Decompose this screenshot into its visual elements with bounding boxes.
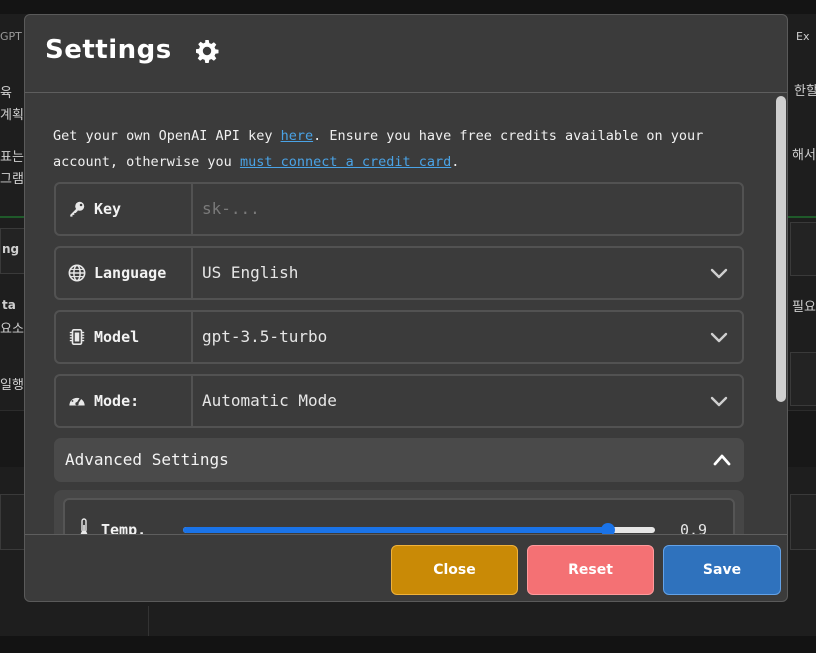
temperature-label: Temp. [101, 521, 147, 534]
bg-text: 한할 [794, 84, 816, 99]
mode-label: Mode: [94, 392, 140, 410]
bg-text: 일행 [0, 378, 24, 393]
key-field-label: Key [56, 184, 193, 234]
background-panel [790, 494, 816, 550]
key-label: Key [94, 200, 122, 218]
bg-text: 그램 [0, 172, 24, 187]
model-select[interactable]: Model gpt-3.5-turbo [54, 310, 744, 364]
bg-text: Ex [796, 30, 810, 43]
modal-scrollbar[interactable] [773, 93, 787, 534]
key-field[interactable]: Key sk-... [54, 182, 744, 236]
slider-thumb[interactable] [601, 523, 615, 534]
modal-body: Get your own OpenAI API key here. Ensure… [25, 93, 787, 534]
chevron-up-icon [713, 454, 731, 466]
chevron-down-icon [710, 268, 728, 279]
gear-icon [196, 40, 219, 63]
model-label: Model [94, 328, 140, 346]
api-key-input[interactable]: sk-... [202, 199, 260, 218]
slider-fill [183, 527, 608, 533]
language-select[interactable]: Language US English [54, 246, 744, 300]
bg-text: ta [2, 298, 16, 312]
globe-icon [68, 264, 86, 282]
intro-text-part: . [451, 154, 460, 170]
background-footer [0, 636, 816, 653]
mode-value: Automatic Mode [202, 391, 337, 410]
background-topbar [0, 0, 816, 14]
scrollbar-thumb[interactable] [776, 96, 786, 402]
settings-modal: Settings Get your own OpenAI API key her… [24, 14, 788, 602]
chevron-down-icon [710, 396, 728, 407]
background-panel [790, 222, 816, 276]
background-divider [148, 606, 149, 636]
chip-icon [69, 328, 85, 346]
modal-title: Settings [45, 35, 172, 65]
background-panel [790, 352, 816, 406]
bg-text: 필요 [792, 300, 816, 315]
credit-card-link[interactable]: must connect a credit card [240, 154, 451, 170]
reset-button[interactable]: Reset [527, 545, 654, 595]
temperature-field: Temp. 0.9 [63, 498, 735, 534]
intro-text: Get your own OpenAI API key here. Ensure… [53, 123, 753, 175]
language-value: US English [202, 263, 299, 282]
advanced-settings-toggle[interactable]: Advanced Settings [54, 438, 744, 482]
model-field-label: Model [56, 312, 193, 362]
modal-footer: Close Reset Save [25, 534, 787, 601]
bg-text: ng [2, 242, 20, 256]
temperature-value: 0.9 [680, 521, 708, 534]
bg-text: 해서 [792, 148, 816, 163]
chevron-down-icon [710, 332, 728, 343]
mode-field-label: Mode: [56, 376, 193, 426]
speedometer-icon [69, 395, 85, 406]
temperature-slider[interactable] [183, 523, 655, 534]
bg-text: 계획 [0, 108, 24, 123]
advanced-settings-label: Advanced Settings [65, 450, 229, 469]
modal-header: Settings [25, 15, 787, 93]
bg-text: 육 [0, 86, 12, 101]
model-value: gpt-3.5-turbo [202, 327, 328, 346]
api-key-link[interactable]: here [281, 128, 314, 144]
bg-text: GPT [0, 30, 22, 43]
intro-text-part: Get your own OpenAI API key [53, 128, 281, 144]
thermometer-icon [80, 518, 88, 534]
bg-text: 요소 [0, 322, 24, 337]
key-icon [70, 201, 85, 217]
bg-text: 표는 [0, 150, 24, 165]
close-button[interactable]: Close [391, 545, 518, 595]
advanced-settings-panel: Temp. 0.9 [54, 490, 744, 534]
language-field-label: Language [56, 248, 193, 298]
save-button[interactable]: Save [663, 545, 781, 595]
language-label: Language [94, 264, 167, 282]
mode-select[interactable]: Mode: Automatic Mode [54, 374, 744, 428]
background-panel [0, 494, 26, 550]
